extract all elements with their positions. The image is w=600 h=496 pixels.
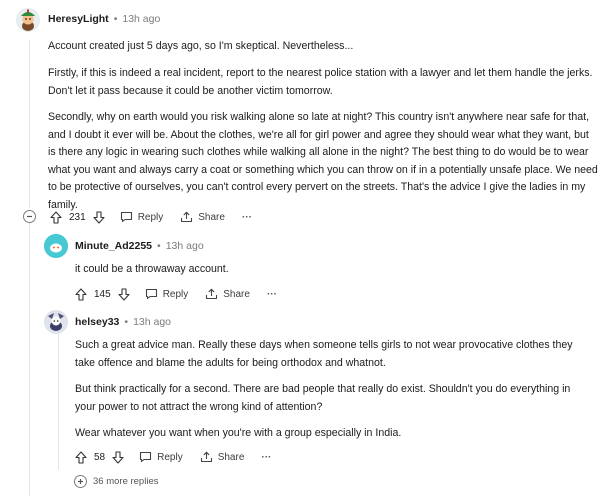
username[interactable]: Minute_Ad2255 bbox=[75, 240, 152, 252]
snoo-avatar-icon bbox=[44, 310, 68, 334]
comment-paragraph: But think practically for a second. Ther… bbox=[75, 383, 571, 413]
comment-paragraph: Secondly, why on earth would you risk wa… bbox=[48, 111, 598, 211]
share-icon bbox=[206, 288, 218, 300]
more-options-button[interactable]: ··· bbox=[267, 289, 277, 300]
reply-icon bbox=[145, 288, 157, 300]
reply-label: Reply bbox=[157, 451, 183, 463]
downvote-icon[interactable] bbox=[111, 450, 125, 464]
avatar[interactable] bbox=[44, 234, 68, 258]
thread-line-main bbox=[29, 40, 30, 208]
reply-button[interactable]: Reply bbox=[145, 288, 189, 300]
thread-line-replies bbox=[29, 222, 30, 496]
reply-button[interactable]: Reply bbox=[120, 211, 164, 223]
separator-dot: • bbox=[157, 240, 161, 252]
comment-meta: helsey33 • 13h ago bbox=[75, 316, 171, 328]
share-button[interactable]: Share bbox=[200, 451, 245, 463]
comment-paragraph: Firstly, if this is indeed a real incide… bbox=[48, 67, 593, 97]
expand-icon bbox=[74, 475, 87, 488]
share-label: Share bbox=[198, 211, 225, 223]
vote-count: 58 bbox=[94, 451, 106, 463]
comment-paragraph: Account created just 5 days ago, so I'm … bbox=[48, 40, 354, 52]
snoo-avatar-icon bbox=[44, 234, 68, 258]
username[interactable]: HeresyLight bbox=[48, 13, 109, 25]
more-replies-label: 36 more replies bbox=[93, 476, 159, 487]
share-button[interactable]: Share bbox=[205, 288, 250, 300]
share-label: Share bbox=[223, 288, 250, 300]
timestamp[interactable]: 13h ago bbox=[166, 240, 204, 252]
timestamp[interactable]: 13h ago bbox=[122, 13, 160, 25]
reply-icon bbox=[140, 451, 152, 463]
thread-line-helsey bbox=[58, 334, 59, 470]
vote-count: 145 bbox=[94, 288, 111, 300]
avatar[interactable] bbox=[44, 310, 68, 334]
separator-dot: • bbox=[113, 13, 118, 25]
comment-paragraph: it could be a throwaway account. bbox=[75, 263, 229, 275]
more-options-button[interactable]: ··· bbox=[261, 452, 271, 463]
share-button[interactable]: Share bbox=[180, 211, 225, 223]
downvote-icon[interactable] bbox=[117, 287, 131, 301]
comment-meta: Minute_Ad2255 • 13h ago bbox=[75, 240, 204, 252]
avatar[interactable] bbox=[16, 8, 40, 32]
reply-label: Reply bbox=[162, 288, 189, 300]
snoo-avatar-icon bbox=[16, 8, 40, 32]
comment-paragraph: Such a great advice man. Really these da… bbox=[75, 339, 573, 369]
collapse-icon[interactable] bbox=[23, 210, 36, 223]
comment-meta: HeresyLight • 13h ago bbox=[48, 13, 160, 25]
separator-dot: • bbox=[124, 316, 129, 328]
comment-actions: 145 Reply Share ··· bbox=[74, 285, 277, 303]
vote-count: 231 bbox=[69, 211, 86, 223]
reply-button[interactable]: Reply bbox=[139, 451, 183, 463]
comment-paragraph: Wear whatever you want when you're with … bbox=[75, 427, 402, 439]
share-icon bbox=[200, 451, 212, 463]
comment-actions: 58 Reply Share ··· bbox=[74, 448, 271, 466]
downvote-icon[interactable] bbox=[92, 210, 106, 224]
upvote-icon[interactable] bbox=[49, 210, 63, 224]
reply-label: Reply bbox=[137, 211, 164, 223]
comment-actions: 231 Reply Share ··· bbox=[49, 208, 252, 226]
upvote-icon[interactable] bbox=[74, 287, 88, 301]
timestamp[interactable]: 13h ago bbox=[133, 316, 171, 328]
reply-icon bbox=[120, 211, 132, 223]
share-label: Share bbox=[217, 451, 245, 463]
more-replies-link[interactable]: 36 more replies bbox=[74, 475, 158, 488]
more-options-button[interactable]: ··· bbox=[242, 212, 252, 223]
share-icon bbox=[181, 211, 193, 223]
upvote-icon[interactable] bbox=[74, 450, 88, 464]
username[interactable]: helsey33 bbox=[75, 316, 119, 328]
